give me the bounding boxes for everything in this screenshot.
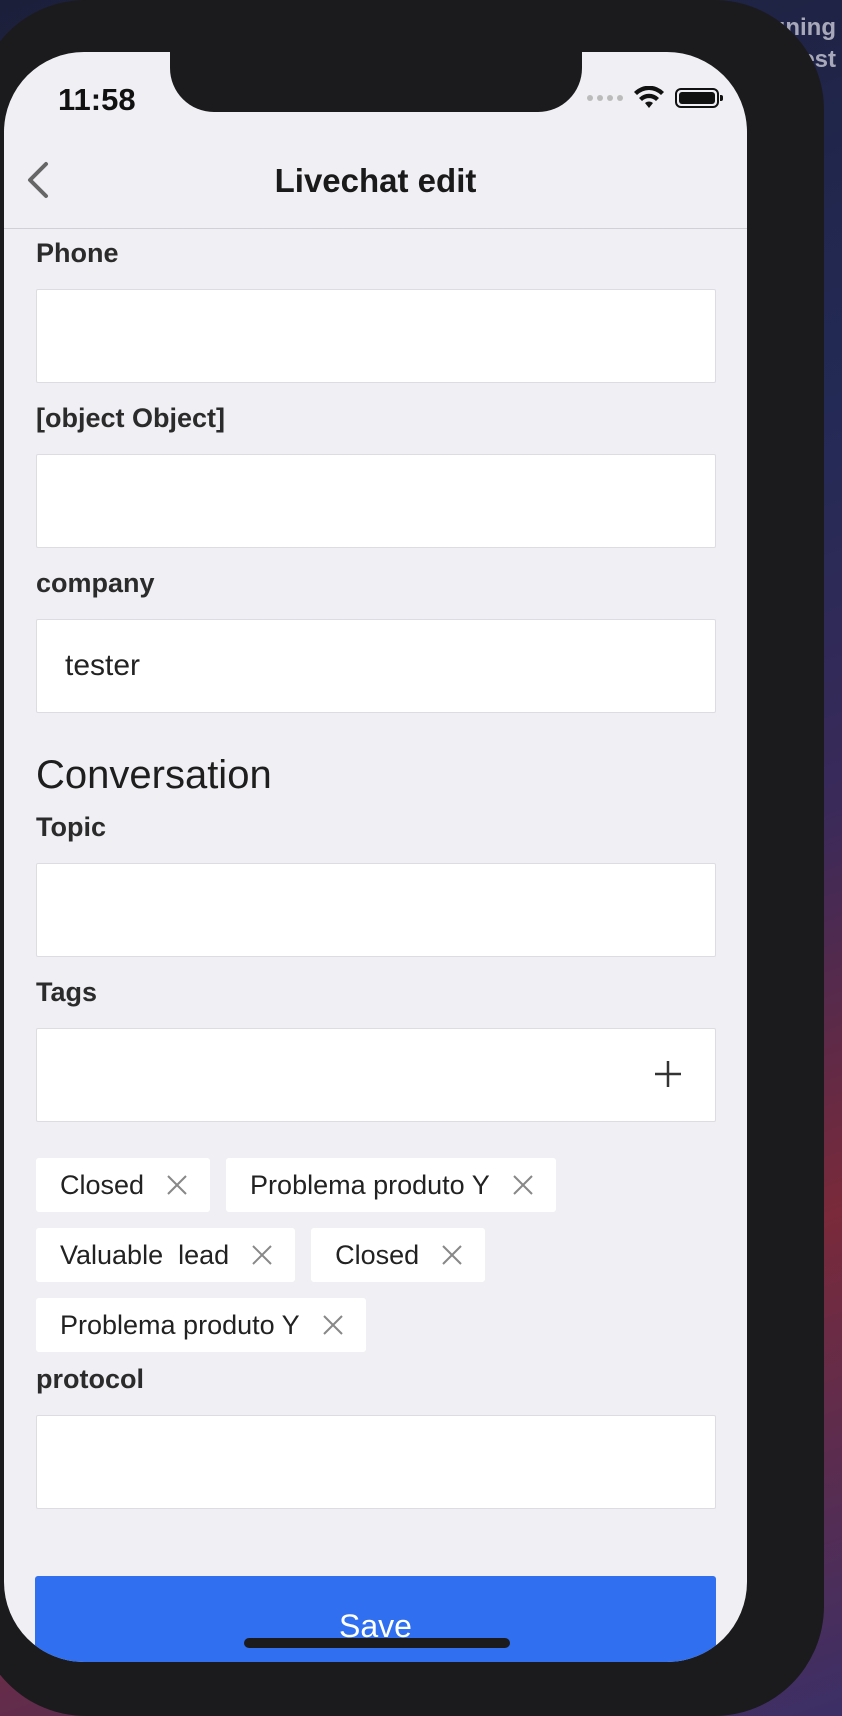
phone-label: Phone xyxy=(36,238,119,268)
company-field[interactable]: tester xyxy=(36,619,716,713)
protocol-field[interactable] xyxy=(36,1415,716,1509)
wifi-icon xyxy=(634,86,664,108)
tag-label: Problema produto Y xyxy=(250,1169,490,1200)
tag-label: Problema produto Y xyxy=(60,1309,300,1340)
phone-field[interactable] xyxy=(36,289,716,383)
battery-icon xyxy=(675,88,723,108)
signal-icon xyxy=(587,95,623,101)
phone-frame: 11:58 Livechat edit Phone [object Object… xyxy=(0,0,824,1716)
object-field[interactable] xyxy=(36,454,716,548)
remove-tag-icon[interactable] xyxy=(166,1174,188,1196)
add-tag-icon[interactable] xyxy=(653,1059,683,1089)
tag-label: Closed xyxy=(60,1169,145,1200)
notch xyxy=(170,52,582,112)
remove-tag-icon[interactable] xyxy=(251,1244,273,1266)
tag-chip: Problema produto Y xyxy=(36,1298,366,1352)
remove-tag-icon[interactable] xyxy=(512,1174,534,1196)
conversation-heading: Conversation xyxy=(36,753,272,797)
save-button[interactable]: Save xyxy=(35,1576,716,1662)
page-title: Livechat edit xyxy=(274,162,477,199)
company-label: company xyxy=(36,568,155,598)
topic-field[interactable] xyxy=(36,863,716,957)
protocol-label: protocol xyxy=(36,1364,144,1394)
tags-label: Tags xyxy=(36,977,98,1007)
tag-label: Valuable lead xyxy=(60,1239,230,1270)
tag-chip: Problema produto Y xyxy=(226,1158,556,1212)
form: Phone [object Object] company tester Con… xyxy=(36,228,716,1509)
tags-input[interactable] xyxy=(36,1028,716,1122)
home-indicator xyxy=(244,1638,510,1648)
tag-chip: Valuable lead xyxy=(36,1228,296,1282)
tag-list: Closed Problema produto Y Valuable lead … xyxy=(36,1158,716,1352)
tag-chip: Closed xyxy=(311,1228,486,1282)
tag-chip: Closed xyxy=(36,1158,211,1212)
object-label: [object Object] xyxy=(36,403,226,433)
status-time: 11:58 xyxy=(58,82,136,117)
phone-screen: 11:58 Livechat edit Phone [object Object… xyxy=(4,52,747,1662)
tag-label: Closed xyxy=(335,1239,420,1270)
remove-tag-icon[interactable] xyxy=(322,1314,344,1336)
status-icons xyxy=(587,86,723,110)
topic-label: Topic xyxy=(36,812,106,842)
navigation-bar: Livechat edit xyxy=(4,132,747,229)
remove-tag-icon[interactable] xyxy=(441,1244,463,1266)
